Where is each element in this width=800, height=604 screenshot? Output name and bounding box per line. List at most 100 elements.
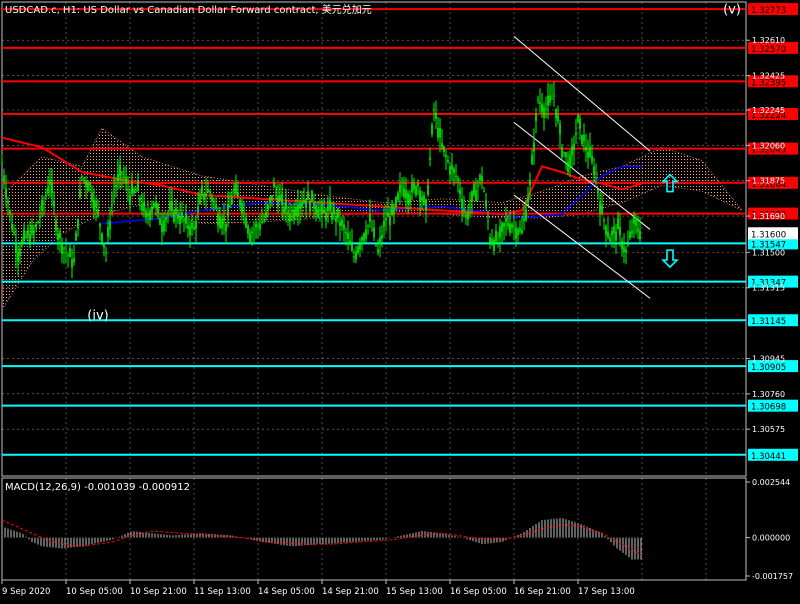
candle-body: [415, 186, 417, 196]
candle-body: [253, 229, 255, 231]
candle-body: [507, 222, 509, 227]
candle-body: [589, 147, 591, 157]
candle-body: [351, 243, 353, 251]
candle-body: [383, 220, 385, 227]
candle-body: [149, 210, 151, 220]
candle-body: [631, 230, 633, 234]
candle-body: [3, 175, 5, 182]
candle-body: [185, 213, 187, 224]
candle-body: [215, 204, 217, 209]
time-tick-label: 15 Sep 13:00: [386, 587, 443, 597]
candle-body: [637, 228, 639, 232]
candle-body: [29, 235, 31, 245]
candle-body: [549, 95, 551, 103]
time-tick-label: 16 Sep 05:00: [450, 587, 507, 597]
candle-body: [331, 212, 333, 220]
candle-body: [37, 221, 39, 223]
candle-body: [475, 190, 477, 202]
candle-body: [13, 231, 15, 234]
candle-body: [171, 201, 173, 212]
candle-body: [453, 168, 455, 174]
candle-body: [147, 214, 149, 217]
candle-body: [621, 240, 623, 250]
candle-body: [601, 204, 603, 215]
candle-body: [605, 225, 607, 235]
candle-body: [27, 229, 29, 237]
candle-body: [431, 124, 433, 135]
chart-canvas[interactable]: 1.329961.327731.325701.323951.322241.320…: [0, 0, 800, 600]
candle-body: [117, 174, 119, 181]
chart-window[interactable]: 1.329961.327731.325701.323951.322241.320…: [0, 0, 800, 600]
candle-body: [19, 248, 21, 256]
candle-body: [277, 195, 279, 208]
candle-body: [281, 193, 283, 205]
candle-body: [225, 223, 227, 232]
candle-body: [371, 229, 373, 231]
candle-body: [71, 259, 73, 268]
current-price-label: 1.31600: [751, 230, 786, 240]
candle-body: [315, 205, 317, 215]
candle-body: [213, 201, 215, 203]
candle-body: [7, 201, 9, 204]
candle-body: [105, 252, 107, 254]
candle-body: [445, 154, 447, 157]
candle-body: [49, 179, 51, 186]
candle-body: [463, 208, 465, 211]
candle-body: [293, 209, 295, 219]
candle-body: [433, 108, 435, 110]
candle-body: [411, 182, 413, 193]
candle-body: [493, 239, 495, 251]
candle-body: [189, 226, 191, 236]
candle-body: [539, 101, 541, 104]
candle-body: [395, 197, 397, 207]
candle-body: [399, 184, 401, 193]
candle-body: [595, 177, 597, 179]
candle-body: [89, 182, 91, 186]
candle-body: [325, 212, 327, 221]
price-level-label: 1.30698: [751, 403, 786, 413]
price-tick-label: 1.32425: [752, 72, 785, 81]
candle-body: [229, 205, 231, 208]
candle-body: [597, 190, 599, 194]
candle-body: [335, 216, 337, 222]
candle-body: [309, 200, 311, 212]
price-tick-label: 1.30575: [752, 425, 785, 434]
candle-body: [591, 156, 593, 162]
candle-body: [439, 127, 441, 138]
candle-body: [231, 199, 233, 204]
candle-body: [547, 95, 549, 106]
candle-body: [17, 252, 19, 262]
candle-body: [555, 108, 557, 119]
candle-body: [177, 214, 179, 220]
candle-body: [501, 222, 503, 233]
candle-body: [233, 188, 235, 192]
candle-body: [599, 202, 601, 214]
candle-body: [551, 98, 553, 100]
candle-body: [257, 225, 259, 227]
candle-body: [181, 212, 183, 219]
candle-body: [207, 189, 209, 193]
candle-body: [135, 191, 137, 193]
price-tick-label: 1.32060: [752, 141, 785, 150]
candle-body: [611, 231, 613, 236]
candle-body: [51, 182, 53, 194]
candle-body: [545, 109, 547, 111]
candle-body: [175, 208, 177, 214]
macd-tick-label: 0.002544: [752, 478, 790, 487]
time-tick-label: 14 Sep 05:00: [258, 587, 315, 597]
candle-body: [327, 205, 329, 212]
candle-body: [519, 227, 521, 232]
macd-tick-label: -0.001757: [752, 572, 793, 581]
candle-body: [527, 197, 529, 203]
candle-body: [237, 192, 239, 197]
candle-body: [101, 233, 103, 243]
candle-body: [625, 249, 627, 253]
candle-body: [557, 115, 559, 122]
price-tick-label: 1.30760: [752, 390, 785, 399]
candle-body: [635, 220, 637, 227]
candle-body: [417, 183, 419, 186]
candle-body: [429, 157, 431, 160]
candle-body: [155, 202, 157, 208]
candle-body: [517, 229, 519, 236]
candle-body: [197, 206, 199, 213]
